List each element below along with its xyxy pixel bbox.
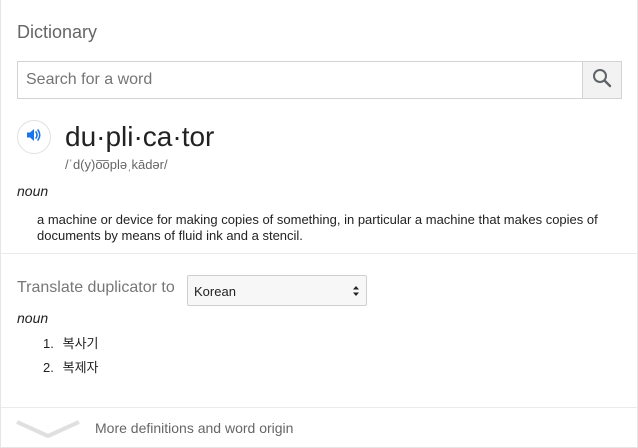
chevron-down-icon — [15, 416, 81, 445]
language-select-value: Korean — [194, 284, 236, 299]
translate-label: Translate duplicator to — [17, 279, 175, 296]
search-box — [17, 61, 622, 99]
card-title: Dictionary — [17, 22, 98, 42]
language-select[interactable]: Korean — [187, 275, 367, 306]
part-of-speech: noun — [17, 183, 49, 199]
translation-text: 복사기 — [62, 336, 99, 351]
pronunciation-button[interactable] — [17, 120, 51, 154]
translation-number: 2. — [43, 360, 54, 375]
translation-item: 2. 복제자 — [43, 360, 99, 384]
more-definitions-link[interactable]: More definitions and word origin — [1, 408, 638, 448]
search-input[interactable] — [18, 62, 582, 98]
translation-list: 1. 복사기 2. 복제자 — [43, 336, 99, 384]
search-button[interactable] — [582, 62, 621, 98]
translation-item: 1. 복사기 — [43, 336, 99, 360]
speaker-icon — [25, 126, 43, 149]
definition-text: a machine or device for making copies of… — [37, 212, 598, 243]
select-arrows-icon — [352, 284, 360, 303]
translation-text: 복제자 — [62, 360, 99, 375]
dictionary-card: Dictionary du·pli·ca·tor /ˈd(y)o͞opləˌkā… — [0, 0, 638, 448]
translation-number: 1. — [43, 336, 54, 351]
magnifier-icon — [592, 68, 612, 93]
divider — [1, 253, 638, 254]
more-definitions-label: More definitions and word origin — [95, 420, 294, 436]
translation-part-of-speech: noun — [17, 310, 49, 326]
headword: du·pli·ca·tor — [65, 121, 215, 152]
phonetic-transcription: /ˈd(y)o͞opləˌkādər/ — [65, 157, 168, 172]
